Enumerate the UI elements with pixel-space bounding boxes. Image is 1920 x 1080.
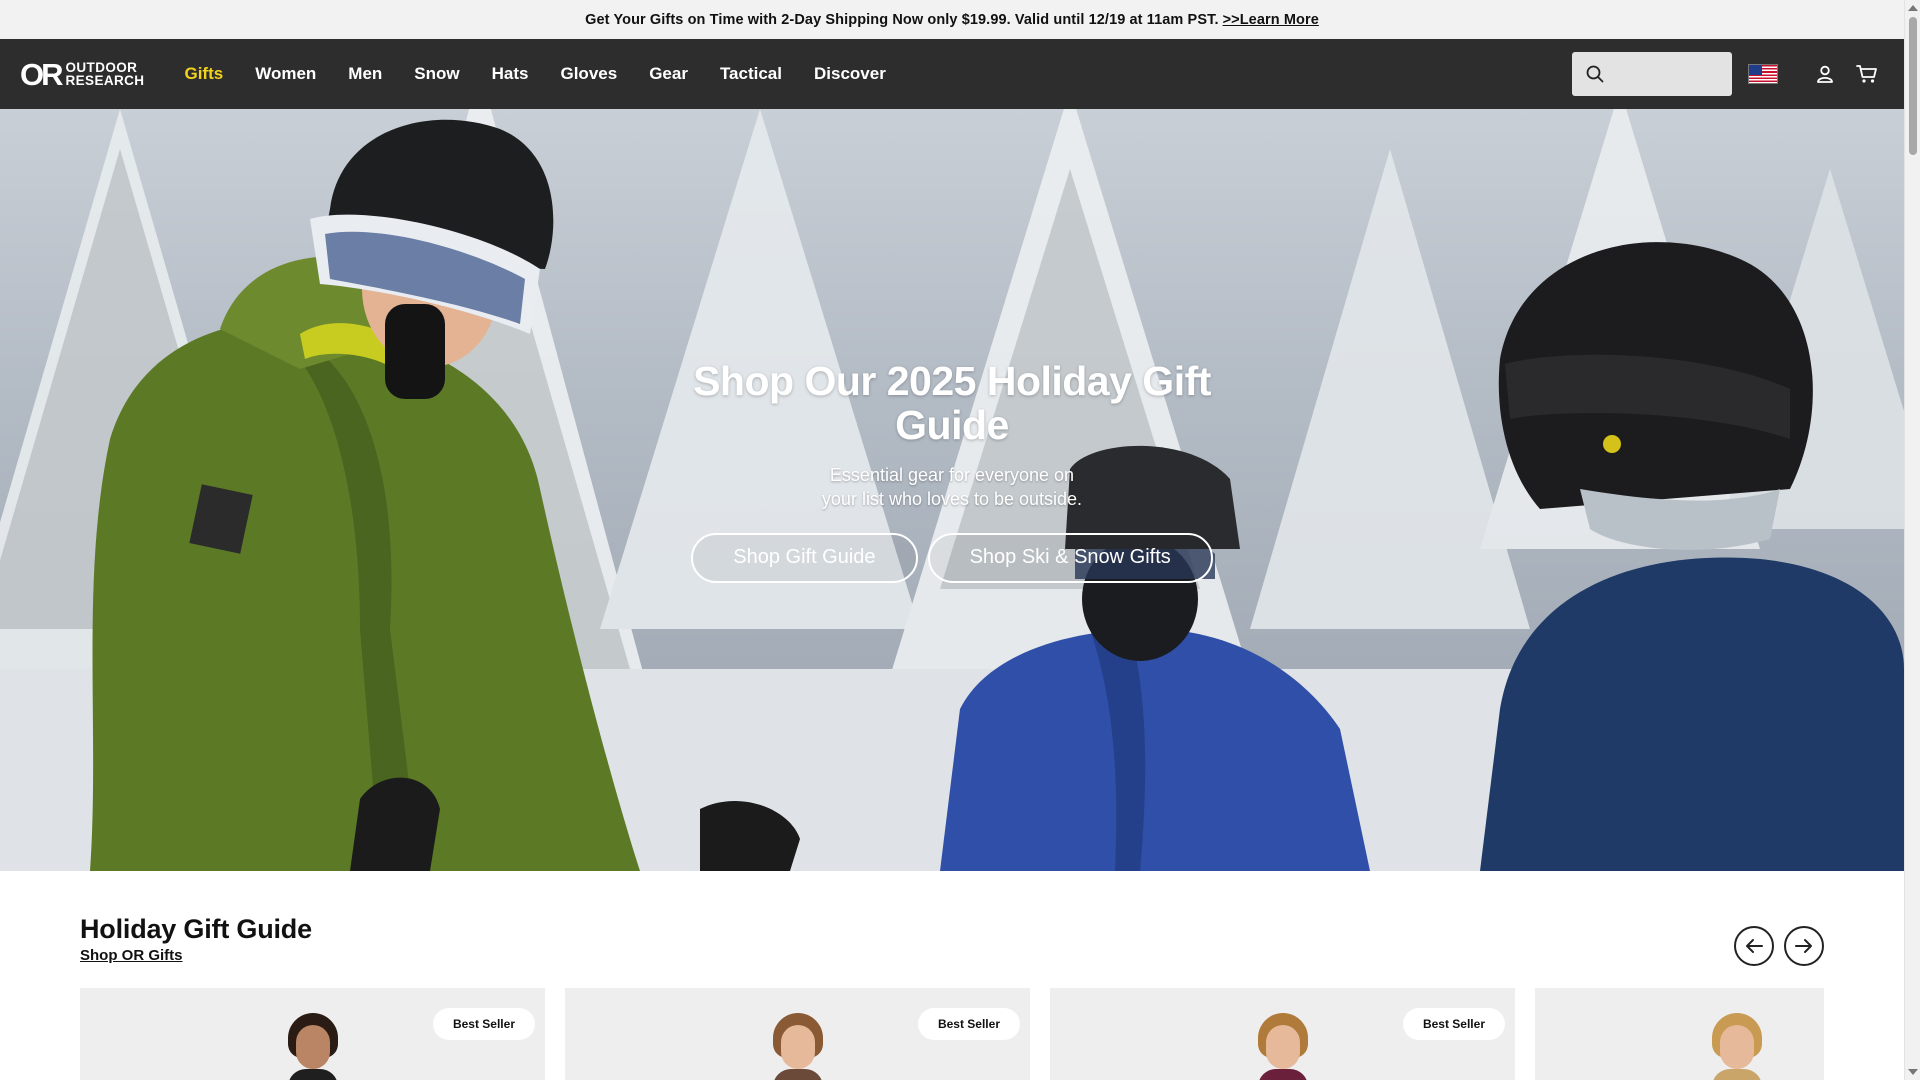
shop-gift-guide-button[interactable]: Shop Gift Guide xyxy=(691,533,918,583)
nav-links: Gifts Women Men Snow Hats Gloves Gear Ta… xyxy=(168,64,901,84)
section-title: Holiday Gift Guide xyxy=(80,914,312,944)
nav-link-discover[interactable]: Discover xyxy=(798,64,902,84)
search-input[interactable] xyxy=(1612,66,1722,82)
site-logo[interactable]: OR OUTDOOR RESEARCH xyxy=(20,59,144,90)
product-image xyxy=(278,1013,348,1080)
arrow-left-icon xyxy=(1746,939,1763,953)
us-flag-icon[interactable] xyxy=(1748,64,1778,84)
logo-mark: OR xyxy=(20,56,63,92)
shop-or-gifts-link[interactable]: Shop OR Gifts xyxy=(80,947,183,964)
arrow-right-icon xyxy=(1795,939,1812,953)
product-card[interactable]: Best Seller xyxy=(565,988,1030,1080)
hero-title: Shop Our 2025 Holiday Gift Guide xyxy=(693,358,1211,448)
product-image xyxy=(1702,1013,1772,1080)
promo-text: Get Your Gifts on Time with 2-Day Shippi… xyxy=(585,11,1219,28)
best-seller-badge: Best Seller xyxy=(1402,1008,1505,1040)
best-seller-badge: Best Seller xyxy=(917,1008,1020,1040)
hero-subtitle: Essential gear for everyone on your list… xyxy=(821,465,1083,509)
best-seller-badge: Best Seller xyxy=(432,1008,535,1040)
product-image xyxy=(763,1013,833,1080)
nav-link-men[interactable]: Men xyxy=(332,64,398,84)
nav-link-tactical[interactable]: Tactical xyxy=(704,64,798,84)
promo-learn-more-link[interactable]: >>Learn More xyxy=(1223,12,1319,28)
search-icon xyxy=(1586,65,1604,83)
nav-link-gifts[interactable]: Gifts xyxy=(168,64,239,84)
logo-wordmark: OUTDOOR RESEARCH xyxy=(65,61,145,88)
carousel-next-button[interactable] xyxy=(1784,926,1824,966)
gift-guide-section: Holiday Gift Guide Shop OR Gifts xyxy=(80,914,1824,966)
hero-copy: Shop Our 2025 Holiday Gift Guide Essenti… xyxy=(691,358,1213,583)
account-button[interactable] xyxy=(1812,61,1838,87)
page: Get Your Gifts on Time with 2-Day Shippi… xyxy=(0,0,1904,1080)
page-scrollbar[interactable] xyxy=(1904,0,1920,1080)
cart-button[interactable] xyxy=(1854,61,1880,87)
carousel-prev-button[interactable] xyxy=(1734,926,1774,966)
scroll-down-arrow[interactable] xyxy=(1908,1069,1918,1075)
nav-link-hats[interactable]: Hats xyxy=(476,64,545,84)
product-card[interactable]: Best Seller xyxy=(80,988,545,1080)
product-card[interactable]: Best Seller xyxy=(1050,988,1515,1080)
nav-link-snow[interactable]: Snow xyxy=(398,64,475,84)
hero-banner: Shop Our 2025 Holiday Gift Guide Essenti… xyxy=(0,109,1904,871)
product-card[interactable] xyxy=(1535,988,1824,1080)
carousel-controls xyxy=(1734,926,1824,966)
product-image xyxy=(1248,1013,1318,1080)
product-carousel: Best Seller Best Seller Best Seller xyxy=(80,988,1824,1080)
promo-bar: Get Your Gifts on Time with 2-Day Shippi… xyxy=(0,0,1904,39)
user-icon xyxy=(1817,65,1833,83)
scroll-thumb[interactable] xyxy=(1909,17,1917,155)
hero-ctas: Shop Gift Guide Shop Ski & Snow Gifts xyxy=(691,533,1213,583)
scroll-up-arrow[interactable] xyxy=(1908,5,1918,11)
cart-icon xyxy=(1856,65,1877,83)
shop-ski-snow-gifts-button[interactable]: Shop Ski & Snow Gifts xyxy=(927,533,1213,583)
main-nav: OR OUTDOOR RESEARCH Gifts Women Men Snow… xyxy=(0,39,1904,109)
nav-link-women[interactable]: Women xyxy=(239,64,332,84)
search-box[interactable] xyxy=(1572,52,1732,96)
logo-line-2: RESEARCH xyxy=(65,73,145,88)
nav-link-gloves[interactable]: Gloves xyxy=(544,64,633,84)
nav-utilities xyxy=(1572,39,1880,109)
nav-link-gear[interactable]: Gear xyxy=(633,64,704,84)
